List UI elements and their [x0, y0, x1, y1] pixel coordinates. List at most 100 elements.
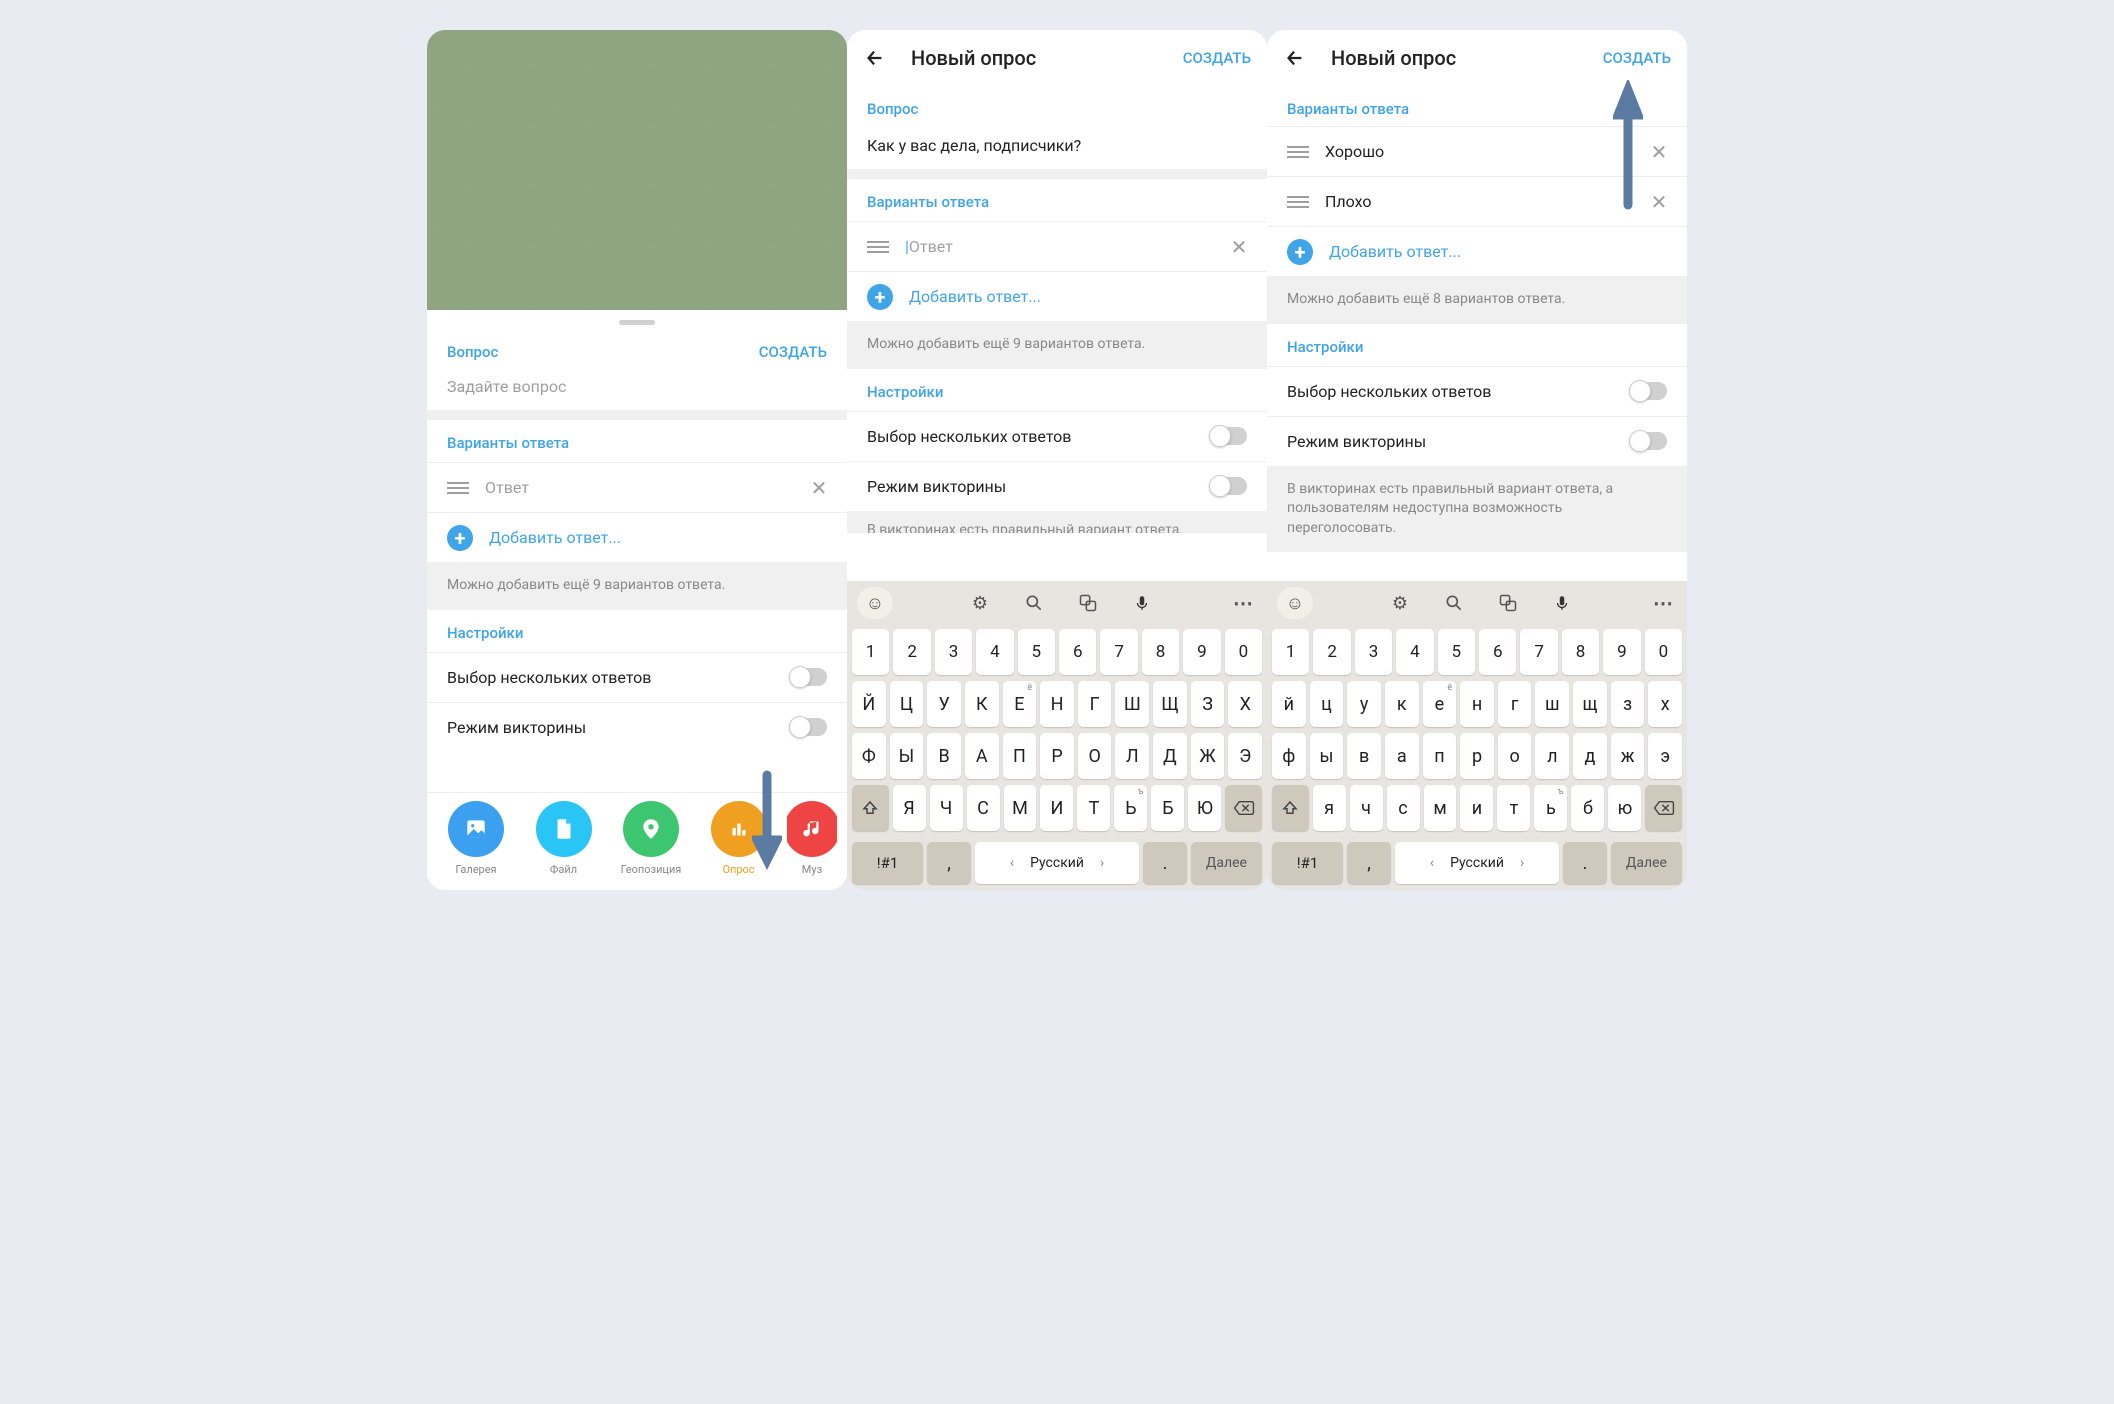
- key-б[interactable]: б: [1571, 785, 1604, 831]
- key-С[interactable]: С: [967, 785, 1000, 831]
- key-ы[interactable]: ы: [1310, 733, 1344, 779]
- shift-key[interactable]: [852, 785, 889, 831]
- key-Ц[interactable]: Ц: [890, 681, 924, 727]
- key-ц[interactable]: ц: [1310, 681, 1344, 727]
- multi-choice-toggle[interactable]: [791, 668, 827, 686]
- quiz-mode-row[interactable]: Режим викторины: [847, 461, 1267, 511]
- attach-music[interactable]: Муз: [787, 801, 837, 876]
- drag-handle-icon[interactable]: [1287, 196, 1309, 208]
- key-Е[interactable]: Её: [1003, 681, 1037, 727]
- key-6[interactable]: 6: [1059, 629, 1096, 675]
- key-Н[interactable]: Н: [1040, 681, 1074, 727]
- key-О[interactable]: О: [1078, 733, 1112, 779]
- keyboard-mic-icon[interactable]: [1124, 587, 1160, 619]
- key-к[interactable]: к: [1385, 681, 1419, 727]
- key-2[interactable]: 2: [1313, 629, 1350, 675]
- question-input[interactable]: Как у вас дела, подписчики?: [847, 126, 1267, 169]
- key-7[interactable]: 7: [1100, 629, 1137, 675]
- key-Р[interactable]: Р: [1040, 733, 1074, 779]
- quiz-mode-row[interactable]: Режим викторины: [1267, 416, 1687, 466]
- key-т[interactable]: т: [1497, 785, 1530, 831]
- key-1[interactable]: 1: [1272, 629, 1309, 675]
- drag-handle-icon[interactable]: [447, 482, 469, 494]
- add-answer-row[interactable]: + Добавить ответ...: [427, 512, 847, 562]
- remove-answer-icon[interactable]: ✕: [807, 476, 831, 500]
- key-е[interactable]: её: [1423, 681, 1457, 727]
- back-button[interactable]: [863, 46, 887, 70]
- key-Ы[interactable]: Ы: [890, 733, 924, 779]
- keyboard-settings-icon[interactable]: ⚙: [962, 587, 998, 619]
- key-Щ[interactable]: Щ: [1153, 681, 1187, 727]
- keyboard-more-icon[interactable]: ⋯: [1649, 591, 1677, 615]
- key-9[interactable]: 9: [1183, 629, 1220, 675]
- emoji-button[interactable]: ☺: [857, 587, 893, 619]
- multi-choice-toggle[interactable]: [1211, 427, 1247, 445]
- key-4[interactable]: 4: [976, 629, 1013, 675]
- key-м[interactable]: м: [1424, 785, 1457, 831]
- keyboard-translate-icon[interactable]: [1070, 587, 1106, 619]
- key-р[interactable]: р: [1460, 733, 1494, 779]
- key-Ж[interactable]: Ж: [1191, 733, 1225, 779]
- create-button[interactable]: СОЗДАТЬ: [759, 343, 827, 361]
- backspace-key[interactable]: [1225, 785, 1262, 831]
- backspace-key[interactable]: [1645, 785, 1682, 831]
- key-Я[interactable]: Я: [893, 785, 926, 831]
- answer-input[interactable]: Ответ: [485, 478, 807, 497]
- key-2[interactable]: 2: [893, 629, 930, 675]
- key-И[interactable]: И: [1040, 785, 1073, 831]
- key-Л[interactable]: Л: [1115, 733, 1149, 779]
- key-1[interactable]: 1: [852, 629, 889, 675]
- key-Ч[interactable]: Ч: [930, 785, 963, 831]
- key-К[interactable]: К: [965, 681, 999, 727]
- quiz-mode-toggle[interactable]: [791, 718, 827, 736]
- add-answer-row[interactable]: + Добавить ответ...: [847, 271, 1267, 321]
- remove-answer-icon[interactable]: ✕: [1647, 140, 1671, 164]
- symbols-key[interactable]: !#1: [1272, 842, 1343, 884]
- key-э[interactable]: э: [1648, 733, 1682, 779]
- enter-key[interactable]: Далее: [1191, 842, 1262, 884]
- key-0[interactable]: 0: [1225, 629, 1262, 675]
- key-в[interactable]: в: [1347, 733, 1381, 779]
- key-л[interactable]: л: [1535, 733, 1569, 779]
- key-3[interactable]: 3: [1355, 629, 1392, 675]
- keyboard[interactable]: ☺ ⚙ ⋯ 1234567890 ЙЦУКЕёНГШЩЗХ ФЫВАПРОЛДЖ…: [847, 581, 1267, 890]
- key-В[interactable]: В: [927, 733, 961, 779]
- key-ш[interactable]: ш: [1535, 681, 1569, 727]
- key-щ[interactable]: щ: [1573, 681, 1607, 727]
- key-ю[interactable]: ю: [1608, 785, 1641, 831]
- key-9[interactable]: 9: [1603, 629, 1640, 675]
- keyboard-translate-icon[interactable]: [1490, 587, 1526, 619]
- key-п[interactable]: п: [1423, 733, 1457, 779]
- period-key[interactable]: .: [1563, 842, 1607, 884]
- key-7[interactable]: 7: [1520, 629, 1557, 675]
- attach-location[interactable]: Геопозиция: [612, 801, 690, 876]
- multi-choice-toggle[interactable]: [1631, 382, 1667, 400]
- symbols-key[interactable]: !#1: [852, 842, 923, 884]
- emoji-button[interactable]: ☺: [1277, 587, 1313, 619]
- drag-handle-icon[interactable]: [867, 241, 889, 253]
- key-у[interactable]: у: [1347, 681, 1381, 727]
- keyboard[interactable]: ☺ ⚙ ⋯ 1234567890 йцукеёнгшщзх фывапролдж…: [1267, 581, 1687, 890]
- key-й[interactable]: й: [1272, 681, 1306, 727]
- key-з[interactable]: з: [1611, 681, 1645, 727]
- key-З[interactable]: З: [1191, 681, 1225, 727]
- question-input[interactable]: Задайте вопрос: [427, 367, 847, 410]
- keyboard-search-icon[interactable]: [1016, 587, 1052, 619]
- key-Ш[interactable]: Ш: [1115, 681, 1149, 727]
- add-answer-row[interactable]: + Добавить ответ...: [1267, 226, 1687, 276]
- key-8[interactable]: 8: [1562, 629, 1599, 675]
- keyboard-settings-icon[interactable]: ⚙: [1382, 587, 1418, 619]
- attach-gallery[interactable]: Галерея: [437, 801, 515, 876]
- enter-key[interactable]: Далее: [1611, 842, 1682, 884]
- key-Г[interactable]: Г: [1078, 681, 1112, 727]
- space-key[interactable]: ‹ Русский ›: [975, 842, 1139, 884]
- period-key[interactable]: .: [1143, 842, 1187, 884]
- key-и[interactable]: и: [1460, 785, 1493, 831]
- comma-key[interactable]: ,: [927, 842, 971, 884]
- key-8[interactable]: 8: [1142, 629, 1179, 675]
- quiz-mode-row[interactable]: Режим викторины: [427, 702, 847, 752]
- answer-input[interactable]: Хорошо: [1325, 142, 1647, 161]
- key-Ю[interactable]: Ю: [1188, 785, 1221, 831]
- keyboard-mic-icon[interactable]: [1544, 587, 1580, 619]
- key-Д[interactable]: Д: [1153, 733, 1187, 779]
